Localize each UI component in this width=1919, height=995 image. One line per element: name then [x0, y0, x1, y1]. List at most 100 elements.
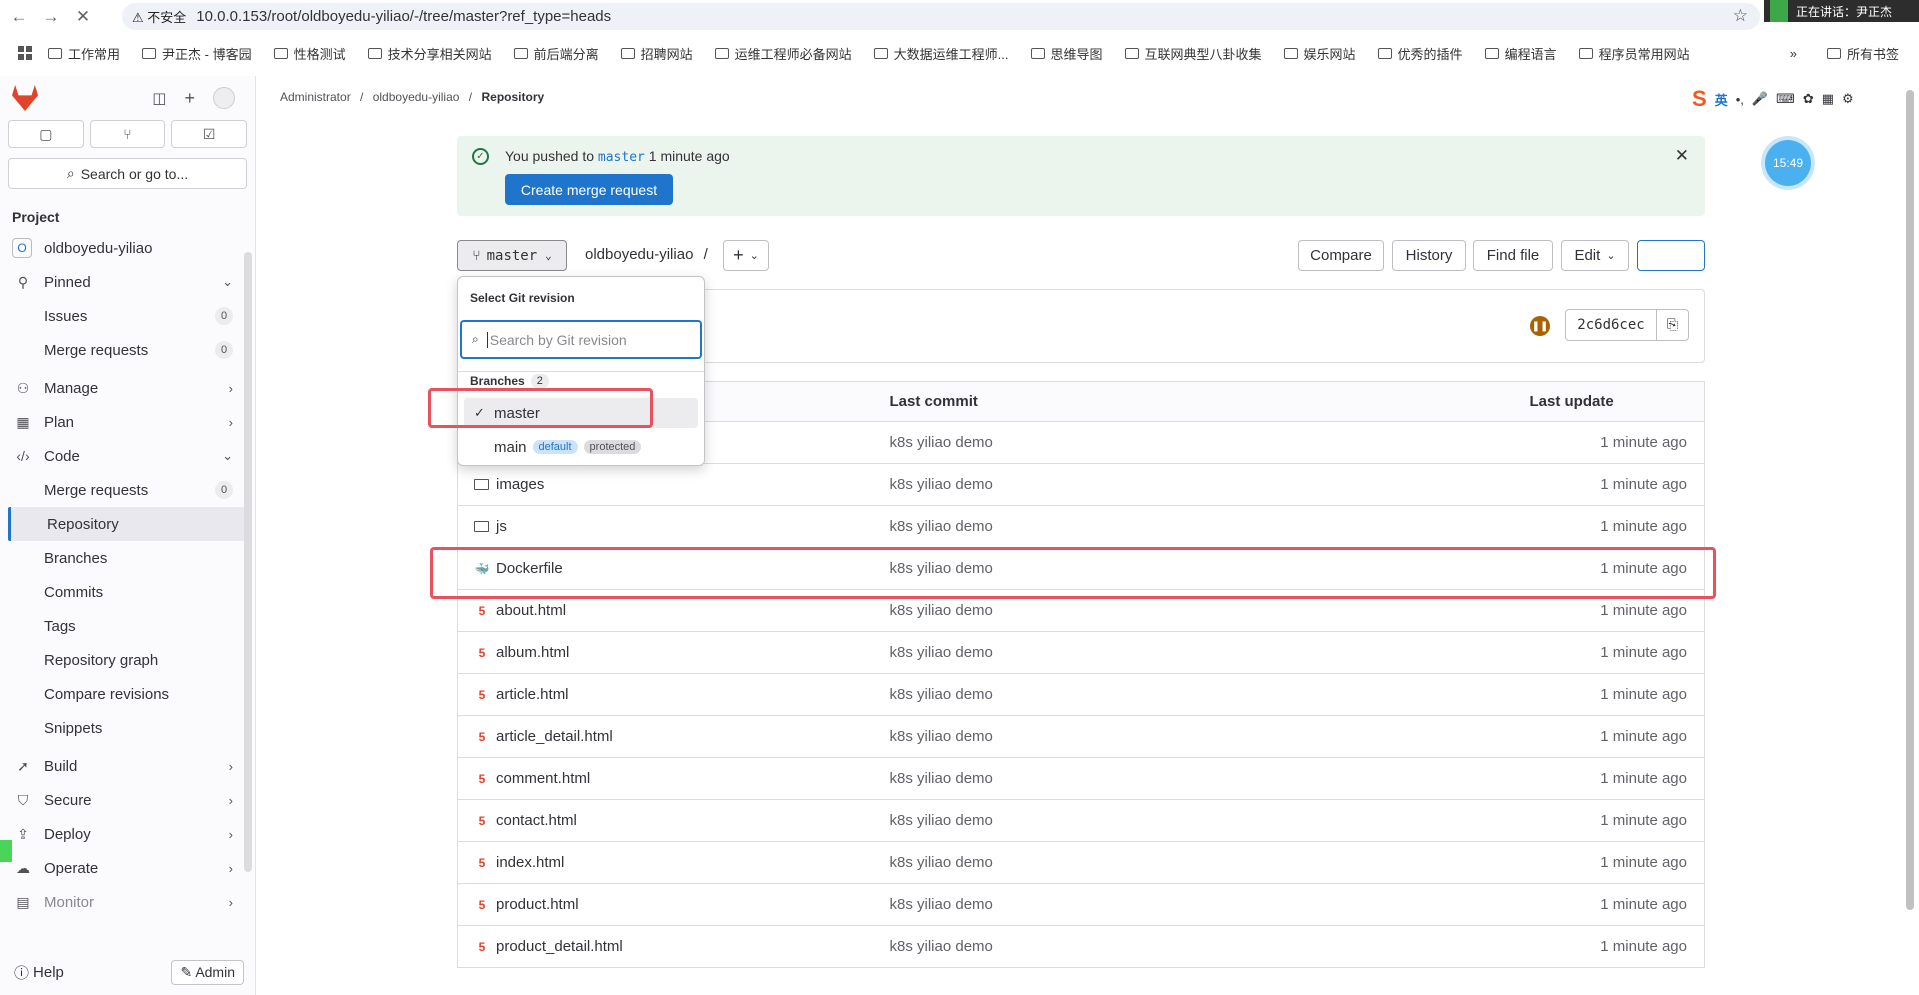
file-name-cell[interactable]: 5 index.html [457, 841, 890, 884]
toolbox-icon[interactable]: ▦ [1822, 91, 1834, 107]
sidebar-item-monitor[interactable]: ▤ Monitor › [0, 885, 255, 919]
bookmark-item[interactable]: 思维导图 [1030, 44, 1103, 63]
gitlab-logo[interactable] [12, 85, 38, 111]
back-button[interactable]: ← [6, 7, 32, 27]
file-name-cell[interactable]: images [457, 463, 890, 506]
commit-message-cell[interactable]: k8s yiliao demo [889, 883, 1530, 926]
table-row[interactable]: js k8s yiliao demo 1 minute ago [457, 505, 1705, 548]
file-name[interactable]: article.html [496, 686, 569, 703]
sidebar-item-issues[interactable]: Issues 0 [0, 299, 255, 333]
sidebar-item-branches[interactable]: Branches [0, 541, 255, 575]
sogou-logo[interactable]: S [1692, 86, 1707, 112]
file-name-cell[interactable]: 5 album.html [457, 631, 890, 674]
bookmark-item[interactable]: 招聘网站 [620, 44, 693, 63]
sidebar-item-snippets[interactable]: Snippets [0, 711, 255, 745]
plus-icon[interactable]: + [184, 88, 195, 109]
copy-icon[interactable]: ⎘ [1656, 310, 1688, 340]
commit-sha-text[interactable]: 2c6d6cec [1566, 317, 1656, 333]
ime-language[interactable]: 英 [1715, 90, 1728, 109]
toggle-sidebar-icon[interactable]: ◫ [152, 89, 166, 107]
breadcrumb-project[interactable]: oldboyedu-yiliao [373, 90, 460, 104]
issues-shortcut-icon[interactable]: ▢ [8, 120, 84, 148]
breadcrumb-admin[interactable]: Administrator [280, 90, 351, 104]
sidebar-item-repository[interactable]: Repository [8, 507, 247, 541]
table-row[interactable]: 5 article.html k8s yiliao demo 1 minute ago [457, 673, 1705, 716]
file-name-cell[interactable]: 5 article.html [457, 673, 890, 716]
settings-icon[interactable]: ⚙ [1842, 91, 1854, 107]
file-name[interactable]: product_detail.html [496, 938, 623, 955]
commit-message-cell[interactable]: k8s yiliao demo [889, 757, 1530, 800]
sidebar-item-manage[interactable]: ⚇ Manage › [0, 371, 255, 405]
file-name[interactable]: product.html [496, 896, 579, 913]
commit-message-cell[interactable]: k8s yiliao demo [889, 925, 1530, 968]
bookmark-item[interactable]: 技术分享相关网站 [367, 44, 492, 63]
file-name[interactable]: comment.html [496, 770, 590, 787]
url-text[interactable]: 10.0.0.153/root/oldboyedu-yiliao/-/tree/… [196, 8, 611, 25]
bookmark-item[interactable]: 前后端分离 [513, 44, 599, 63]
punctuation-icon[interactable]: •, [1736, 92, 1744, 107]
file-name-cell[interactable]: 5 article_detail.html [457, 715, 890, 758]
file-name[interactable]: album.html [496, 644, 569, 661]
forward-button[interactable]: → [38, 7, 64, 27]
compare-button[interactable]: Compare [1298, 240, 1384, 271]
commit-message-cell[interactable]: k8s yiliao demo [889, 631, 1530, 674]
sidebar-item-secure[interactable]: ⛉ Secure › [0, 783, 255, 817]
commit-message-cell[interactable]: k8s yiliao demo [889, 673, 1530, 716]
sidebar-item-build[interactable]: ➚ Build › [0, 749, 255, 783]
bookmark-item[interactable]: 工作常用 [48, 44, 120, 63]
table-row[interactable]: 5 product_detail.html k8s yiliao demo 1 min… [457, 925, 1705, 968]
table-row[interactable]: 5 comment.html k8s yiliao demo 1 minute ago [457, 757, 1705, 800]
path-project[interactable]: oldboyedu-yiliao [585, 246, 693, 263]
file-name[interactable]: about.html [496, 602, 566, 619]
bookmark-item[interactable]: 编程语言 [1484, 44, 1557, 63]
branch-option-main[interactable]: main default protected [464, 432, 698, 462]
apps-grid-icon[interactable] [18, 46, 32, 60]
bookmark-item[interactable]: 优秀的插件 [1377, 44, 1463, 63]
sidebar-item-deploy[interactable]: ⇪ Deploy › [0, 817, 255, 851]
sidebar-item-merge-requests[interactable]: Merge requests 0 [0, 473, 255, 507]
file-name-cell[interactable]: 5 comment.html [457, 757, 890, 800]
bookmark-item[interactable]: 大数据运维工程师... [873, 44, 1009, 63]
file-name[interactable]: contact.html [496, 812, 577, 829]
code-dropdown[interactable]: Code ⌄ [1637, 240, 1705, 271]
bookmark-item[interactable]: 程序员常用网站 [1578, 44, 1690, 63]
sidebar-item-commits[interactable]: Commits [0, 575, 255, 609]
sidebar-scrollbar[interactable] [244, 252, 252, 872]
help-icon[interactable]: ⓘ [14, 962, 29, 983]
user-avatar[interactable] [213, 87, 235, 109]
file-name[interactable]: images [496, 476, 544, 493]
file-name-cell[interactable]: 5 product_detail.html [457, 925, 890, 968]
bookmarks-overflow-button[interactable]: » [1790, 46, 1797, 61]
sidebar-item-pinned[interactable]: ⚲ Pinned ⌄ [0, 265, 255, 299]
table-row[interactable]: 5 album.html k8s yiliao demo 1 minute ago [457, 631, 1705, 674]
commit-message-cell[interactable]: k8s yiliao demo [889, 715, 1530, 758]
skin-icon[interactable]: ✿ [1803, 91, 1814, 107]
merge-requests-shortcut-icon[interactable]: ⑂ [89, 120, 166, 148]
table-row[interactable]: 5 index.html k8s yiliao demo 1 minute ago [457, 841, 1705, 884]
commit-message-cell[interactable]: k8s yiliao demo [889, 421, 1530, 464]
bookmark-star-icon[interactable]: ☆ [1733, 6, 1748, 26]
table-row[interactable]: 5 article_detail.html k8s yiliao demo 1 min… [457, 715, 1705, 758]
file-name[interactable]: index.html [496, 854, 564, 871]
pipeline-status-icon[interactable]: ❚❚ [1530, 316, 1550, 336]
sidebar-item-plan[interactable]: ▦ Plan › [0, 405, 255, 439]
todo-shortcut-icon[interactable]: ☑ [171, 120, 248, 148]
bookmark-item[interactable]: 运维工程师必备网站 [714, 44, 852, 63]
file-name-cell[interactable]: js [457, 505, 890, 548]
sidebar-item-tags[interactable]: Tags [0, 609, 255, 643]
sidebar-item-repository-graph[interactable]: Repository graph [0, 643, 255, 677]
sidebar-item-compare-revisions[interactable]: Compare revisions [0, 677, 255, 711]
keyboard-icon[interactable]: ⌨ [1776, 91, 1795, 107]
branch-selector[interactable]: ⑂ master ⌄ [457, 240, 567, 271]
help-link[interactable]: Help [33, 964, 64, 981]
reload-button[interactable]: ✕ [70, 7, 96, 27]
sidebar-item-operate[interactable]: ☁ Operate › [0, 851, 255, 885]
table-row[interactable]: images k8s yiliao demo 1 minute ago [457, 463, 1705, 506]
bookmark-item[interactable]: 娱乐网站 [1283, 44, 1356, 63]
create-merge-request-button[interactable]: Create merge request [505, 174, 673, 205]
find-file-button[interactable]: Find file [1473, 240, 1553, 271]
alert-branch[interactable]: master [598, 150, 645, 165]
add-file-dropdown[interactable]: + ⌄ [723, 240, 769, 271]
edit-dropdown[interactable]: Edit ⌄ [1561, 240, 1629, 271]
table-row[interactable]: 5 contact.html k8s yiliao demo 1 minute ago [457, 799, 1705, 842]
